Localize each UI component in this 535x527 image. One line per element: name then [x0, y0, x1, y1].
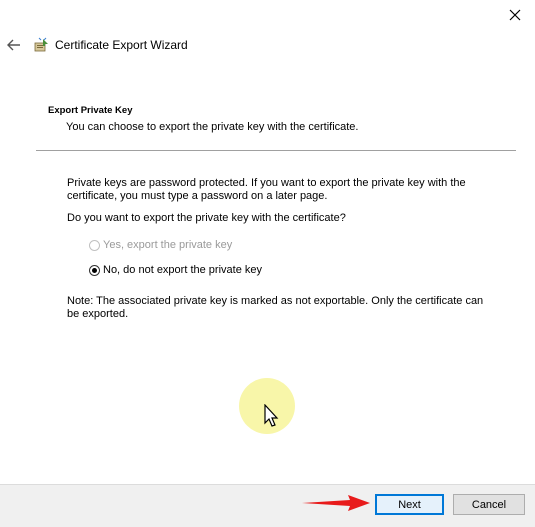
window-title: Certificate Export Wizard [55, 38, 188, 52]
annotation-arrow-icon [302, 495, 370, 511]
note-text: Note: The associated private key is mark… [67, 295, 484, 320]
page-description: You can choose to export the private key… [66, 121, 359, 133]
close-icon [509, 9, 521, 21]
radio-no-label: No, do not export the private key [103, 264, 262, 276]
intro-text: Private keys are password protected. If … [67, 177, 466, 202]
certificate-wizard-icon [34, 37, 48, 52]
next-button[interactable]: Next [375, 494, 444, 515]
header-divider [36, 150, 516, 151]
radio-yes-export[interactable]: Yes, export the private key [89, 239, 232, 251]
mouse-cursor-icon [264, 404, 279, 427]
close-button[interactable] [501, 0, 529, 30]
back-arrow-icon [7, 39, 20, 51]
page-title: Export Private Key [48, 105, 133, 116]
question-text: Do you want to export the private key wi… [67, 212, 346, 224]
back-button[interactable] [4, 36, 24, 54]
radio-yes-label: Yes, export the private key [103, 239, 233, 251]
radio-no-export[interactable]: No, do not export the private key [89, 264, 262, 276]
radio-button-checked[interactable] [89, 264, 100, 276]
radio-button-unchecked[interactable] [89, 239, 100, 251]
wizard-header [0, 88, 535, 152]
cancel-button[interactable]: Cancel [453, 494, 525, 515]
